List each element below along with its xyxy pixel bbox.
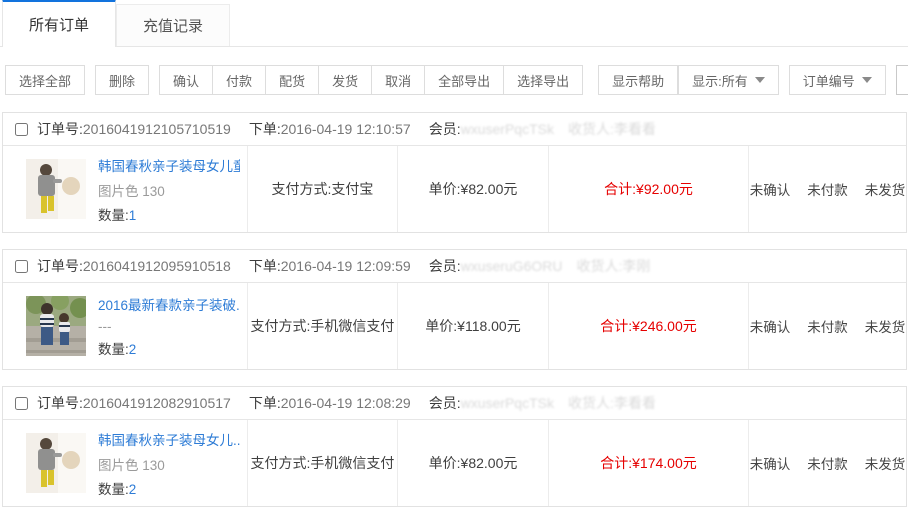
product-cell: 韩国春秋亲子装母女儿... 图片色 130 数量:2 [3, 420, 248, 506]
status-unconfirmed: 未确认 [750, 316, 791, 336]
product-cell: 2016最新春款亲子装破... --- 数量:2 [3, 283, 248, 369]
product-cell: 韩国春秋亲子装母女儿童... 图片色 130 数量:1 [3, 146, 248, 232]
payment-method: 支付方式:支付宝 [248, 146, 398, 232]
status-unshipped: 未发货 [865, 179, 906, 199]
order-date: 下单:2016-04-19 12:10:57 [249, 119, 411, 139]
delete-button[interactable]: 删除 [95, 65, 149, 95]
order-member: 会员:wxuserPqcTSk收货人:李看看 [429, 119, 670, 139]
tab-all-orders[interactable]: 所有订单 [2, 0, 116, 47]
product-info: 韩国春秋亲子装母女儿... 图片色 130 数量:2 [98, 429, 240, 498]
order-row: 韩国春秋亲子装母女儿... 图片色 130 数量:2 支付方式:手机微信支付 单… [3, 420, 906, 506]
order-member: 会员:wxuserPqcTSk收货人:李看看 [429, 393, 670, 413]
export-all-button[interactable]: 全部导出 [425, 65, 504, 95]
product-variant: 图片色 130 [98, 180, 240, 200]
confirm-button[interactable]: 确认 [159, 65, 213, 95]
product-info: 2016最新春款亲子装破... --- 数量:2 [98, 294, 240, 358]
order-header: 订单号:2016041912082910517 下单:2016-04-19 12… [3, 387, 906, 420]
payment-method: 支付方式:手机微信支付 [248, 283, 398, 369]
product-quantity: 数量:1 [98, 204, 240, 224]
order-select-checkbox[interactable] [15, 123, 28, 136]
order-total: 合计:¥246.00元 [549, 283, 749, 369]
status-unpaid: 未付款 [807, 179, 848, 199]
order-no-filter-label: 订单编号 [803, 71, 855, 90]
order-consignee: 收货人:李看看 [568, 121, 656, 137]
order-consignee: 收货人:李看看 [568, 395, 656, 411]
order-total: 合计:¥92.00元 [549, 146, 749, 232]
order-select-checkbox[interactable] [15, 260, 28, 273]
product-name-link[interactable]: 韩国春秋亲子装母女儿... [98, 429, 240, 449]
select-all-button[interactable]: 选择全部 [5, 65, 85, 95]
status-unpaid: 未付款 [807, 316, 848, 336]
order-total: 合计:¥174.00元 [549, 420, 749, 506]
order-row: 2016最新春款亲子装破... --- 数量:2 支付方式:手机微信支付 单价:… [3, 283, 906, 369]
unit-price: 单价:¥82.00元 [398, 146, 549, 232]
order-number: 订单号:2016041912095910518 [37, 256, 231, 276]
order-block: 订单号:2016041912082910517 下单:2016-04-19 12… [2, 386, 907, 507]
show-filter-label: 显示:所有 [692, 71, 748, 90]
product-variant: --- [98, 319, 240, 334]
pay-button[interactable]: 付款 [213, 65, 266, 95]
product-image[interactable] [26, 296, 86, 356]
product-image[interactable] [26, 159, 86, 219]
status-unshipped: 未发货 [865, 316, 906, 336]
order-consignee: 收货人:李刚 [577, 258, 651, 274]
show-help-button[interactable]: 显示帮助 [598, 65, 678, 95]
order-date: 下单:2016-04-19 12:08:29 [249, 393, 411, 413]
order-number: 订单号:2016041912105710519 [37, 119, 231, 139]
order-no-filter-dropdown[interactable]: 订单编号 [789, 65, 886, 95]
tab-recharge-records[interactable]: 充值记录 [116, 4, 230, 46]
order-header: 订单号:2016041912105710519 下单:2016-04-19 12… [3, 113, 906, 146]
export-selected-button[interactable]: 选择导出 [504, 65, 583, 95]
product-image[interactable] [26, 433, 86, 493]
product-quantity: 数量:2 [98, 478, 240, 498]
order-row: 韩国春秋亲子装母女儿童... 图片色 130 数量:1 支付方式:支付宝 单价:… [3, 146, 906, 232]
product-quantity: 数量:2 [98, 338, 240, 358]
order-list: 订单号:2016041912105710519 下单:2016-04-19 12… [0, 112, 908, 507]
search-input[interactable] [896, 65, 908, 95]
status-unconfirmed: 未确认 [750, 453, 791, 473]
status-cell: 未确认 未付款 未发货 [749, 283, 906, 369]
ship-button[interactable]: 发货 [319, 65, 372, 95]
product-name-link[interactable]: 2016最新春款亲子装破... [98, 294, 240, 314]
chevron-down-icon [755, 77, 765, 83]
chevron-down-icon [862, 77, 872, 83]
order-date: 下单:2016-04-19 12:09:59 [249, 256, 411, 276]
product-info: 韩国春秋亲子装母女儿童... 图片色 130 数量:1 [98, 155, 240, 224]
status-unshipped: 未发货 [865, 453, 906, 473]
order-number: 订单号:2016041912082910517 [37, 393, 231, 413]
status-unpaid: 未付款 [807, 453, 848, 473]
status-cell: 未确认 未付款 未发货 [749, 420, 906, 506]
order-block: 订单号:2016041912105710519 下单:2016-04-19 12… [2, 112, 907, 233]
order-header: 订单号:2016041912095910518 下单:2016-04-19 12… [3, 250, 906, 283]
order-select-checkbox[interactable] [15, 397, 28, 410]
order-action-group: 确认 付款 配货 发货 取消 全部导出 选择导出 [159, 65, 583, 95]
show-filter-dropdown[interactable]: 显示:所有 [678, 65, 779, 95]
product-variant: 图片色 130 [98, 454, 240, 474]
filter-area: 显示:所有 订单编号 [678, 65, 908, 95]
product-name-link[interactable]: 韩国春秋亲子装母女儿童... [98, 155, 240, 175]
payment-method: 支付方式:手机微信支付 [248, 420, 398, 506]
order-member: 会员:wxuseruG6ORU收货人:李刚 [429, 256, 665, 276]
tab-bar: 所有订单 充值记录 [0, 0, 908, 47]
status-unconfirmed: 未确认 [750, 179, 791, 199]
cancel-button[interactable]: 取消 [372, 65, 425, 95]
unit-price: 单价:¥118.00元 [398, 283, 549, 369]
unit-price: 单价:¥82.00元 [398, 420, 549, 506]
order-block: 订单号:2016041912095910518 下单:2016-04-19 12… [2, 249, 907, 370]
toolbar: 选择全部 删除 确认 付款 配货 发货 取消 全部导出 选择导出 显示帮助 显示… [0, 47, 908, 95]
status-cell: 未确认 未付款 未发货 [749, 146, 906, 232]
allocate-button[interactable]: 配货 [266, 65, 319, 95]
